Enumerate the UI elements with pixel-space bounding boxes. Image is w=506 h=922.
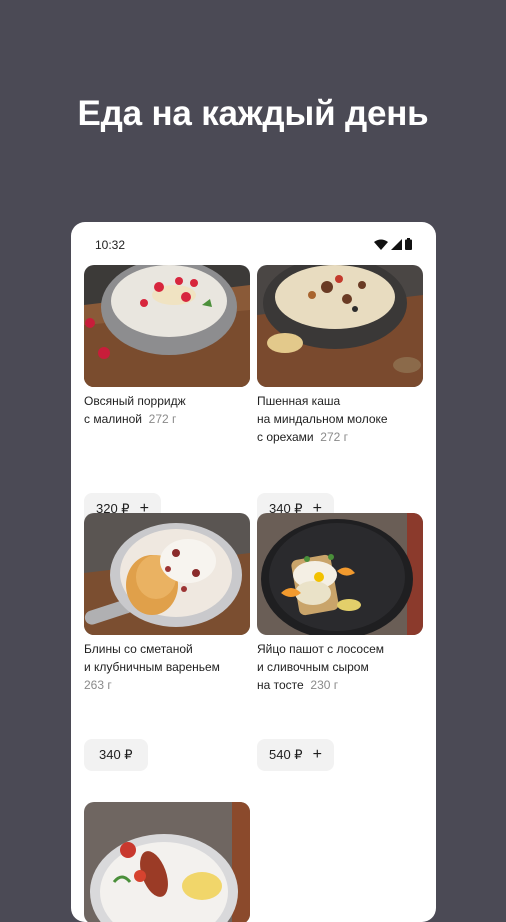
- status-bar: 10:32: [71, 222, 436, 262]
- phone-screen: 10:32 Овсяный порридж с малиной 272 г 32…: [71, 222, 436, 922]
- wifi-icon: [374, 239, 388, 250]
- product-weight: 263 г: [84, 678, 112, 692]
- product-photo[interactable]: [84, 265, 250, 387]
- status-icons: [374, 238, 412, 250]
- page-headline: Еда на каждый день: [77, 94, 429, 133]
- product-name: Овсяный порридж с малиной 272 г: [84, 394, 186, 426]
- add-to-cart-button[interactable]: 540 ₽ +: [257, 739, 334, 771]
- product-photo[interactable]: [84, 513, 250, 635]
- battery-icon: [405, 238, 412, 250]
- product-photo[interactable]: [257, 513, 423, 635]
- plus-icon: +: [312, 746, 322, 763]
- product-name: Блины со сметаной и клубничным вареньем …: [84, 640, 250, 694]
- product-weight: 272 г: [320, 430, 348, 444]
- product-weight: 272 г: [148, 412, 177, 426]
- product-photo[interactable]: [257, 265, 423, 387]
- product-name: Яйцо пашот с лососем и сливочным сыром н…: [257, 642, 385, 692]
- product-weight: 230 г: [310, 678, 339, 692]
- price-label: 340 ₽: [99, 747, 133, 762]
- product-name: Пшенная каша на миндальном молоке с орех…: [257, 394, 388, 444]
- price-label: 540 ₽: [269, 747, 303, 762]
- status-time: 10:32: [95, 238, 126, 252]
- cell-signal-icon: [391, 238, 402, 250]
- product-photo[interactable]: [84, 802, 250, 922]
- price-button[interactable]: 340 ₽: [84, 739, 148, 771]
